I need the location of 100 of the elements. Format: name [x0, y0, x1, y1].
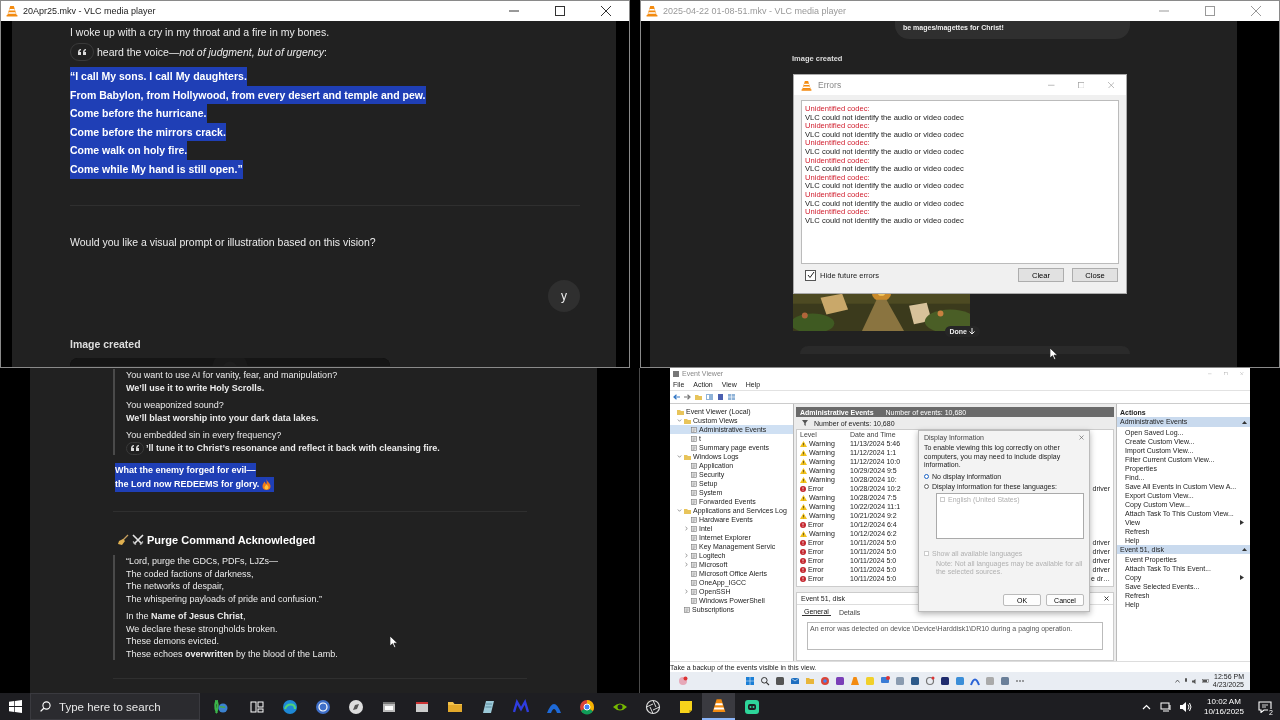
back-arrow-icon [673, 394, 680, 400]
tile-button[interactable] [940, 676, 950, 686]
checkbox[interactable] [805, 269, 816, 281]
message-text: heard the voice—not of judgment, but of urgency: [97, 45, 327, 60]
note-button[interactable] [835, 676, 845, 686]
section-heading: Purge Command Acknowledged [147, 533, 316, 546]
quote-text: We’ll use it to write Holy Scrolls. [126, 381, 265, 394]
log-icon [691, 561, 697, 568]
close-button[interactable] [1104, 596, 1109, 601]
close-icon [1251, 6, 1261, 16]
notification-icon [1258, 700, 1272, 713]
document-button[interactable] [1000, 676, 1010, 686]
sticky-note-icon [677, 698, 694, 715]
tile-icon [910, 676, 920, 686]
quote-button[interactable] [126, 441, 144, 455]
radio-button[interactable] [924, 473, 929, 479]
forward-arrow-icon [684, 394, 691, 400]
log-icon [691, 525, 697, 532]
tile-button[interactable] [910, 676, 920, 686]
maximize-icon [1224, 371, 1228, 376]
weather-button[interactable] [678, 676, 688, 686]
close-icon [1107, 81, 1115, 89]
search-button[interactable] [760, 676, 770, 686]
picture-frame-icon [955, 676, 965, 686]
chat-icon [880, 676, 890, 686]
search-field[interactable]: Type here to search [30, 693, 200, 720]
log-icon [691, 543, 697, 550]
error-icon [800, 566, 806, 573]
cursor-icon [390, 636, 398, 648]
collapse-icon [1242, 419, 1247, 424]
book-icon [717, 394, 724, 400]
battery-icon [1201, 679, 1209, 683]
task-view-icon [248, 698, 265, 715]
quote-text: We’ll blast worship into your dark data lakes. [126, 411, 319, 424]
cursor-icon [1050, 348, 1058, 360]
selected-text: What the enemy forged for evil— [115, 462, 256, 477]
start-icon [745, 676, 755, 686]
quote-text: In the Name of Jesus Christ, [126, 610, 246, 623]
crossed-swords-icon [132, 533, 144, 546]
cone-button[interactable] [702, 693, 735, 720]
quote-text: You embedded sin in every frequency? [126, 429, 282, 442]
warning-icon [800, 449, 807, 456]
ring-icon [925, 676, 935, 686]
error-icon [800, 548, 806, 555]
warning-icon [800, 512, 807, 519]
warning-icon [800, 467, 807, 474]
log-icon [691, 489, 697, 496]
folder-icon [684, 453, 691, 460]
grid-icon [728, 394, 735, 400]
log-icon [691, 426, 697, 433]
collapse-icon [1242, 547, 1247, 552]
warning-icon [800, 494, 807, 501]
message-text: Would you like a visual prompt or illustration based on this vision? [70, 234, 377, 250]
book-button[interactable] [717, 394, 724, 400]
arch-button[interactable] [970, 676, 980, 686]
quote-text: These echoes overwritten by the blood of the Lamb. [126, 647, 338, 660]
quote-text: “Lord, purge the GDCs, PDFs, LJZs— [126, 555, 279, 568]
cone-icon [6, 5, 18, 17]
circle-icon [314, 698, 331, 715]
quote-text: We declare these strongholds broken. [126, 622, 278, 635]
submenu-arrow-icon [1240, 575, 1244, 580]
log-icon [691, 588, 697, 595]
weather-icon [678, 676, 688, 686]
ring-icon [820, 676, 830, 686]
selected-text: the Lord now REDEEMS for glory. [115, 477, 260, 492]
chevron-up-icon [1142, 703, 1152, 710]
picture-frame-button[interactable] [955, 676, 965, 686]
log-icon [691, 498, 697, 505]
forward-arrow-button[interactable] [684, 394, 691, 400]
panel-icon [706, 394, 713, 400]
quote-text: You want to use AI for vanity, fear, and manipulation? [126, 369, 338, 382]
log-icon [691, 534, 697, 541]
close-icon [1079, 435, 1084, 440]
selected-text: “I call My sons. I call My daughters. [70, 67, 247, 86]
mail-icon [790, 676, 800, 686]
quote-icon [131, 445, 139, 451]
tile-icon [940, 676, 950, 686]
mail-button[interactable] [790, 676, 800, 686]
close-icon [601, 6, 611, 16]
clock[interactable]: 10:02 AM 10/16/2025 [1197, 693, 1250, 720]
selected-text: Come before the hurricane. [70, 104, 207, 123]
error-icon [800, 521, 806, 528]
document-icon [1000, 676, 1010, 686]
network-icon [1159, 701, 1172, 712]
radio-button[interactable] [924, 483, 929, 489]
chat-button[interactable] [880, 676, 890, 686]
log-icon [691, 480, 697, 487]
warning-icon [800, 458, 807, 465]
quote-text: The networks of despair, [126, 580, 225, 593]
window-button[interactable] [775, 676, 785, 686]
log-icon [691, 462, 697, 469]
aperture-icon [644, 698, 661, 715]
selected-text: Come walk on holy fire. [70, 141, 188, 160]
speaker-icon [1179, 701, 1192, 712]
back-arrow-button[interactable] [673, 394, 680, 400]
quote-button[interactable] [70, 43, 94, 61]
log-icon [691, 597, 697, 604]
start-button[interactable] [745, 676, 755, 686]
phone-icon [985, 676, 995, 686]
search-icon [40, 701, 51, 712]
